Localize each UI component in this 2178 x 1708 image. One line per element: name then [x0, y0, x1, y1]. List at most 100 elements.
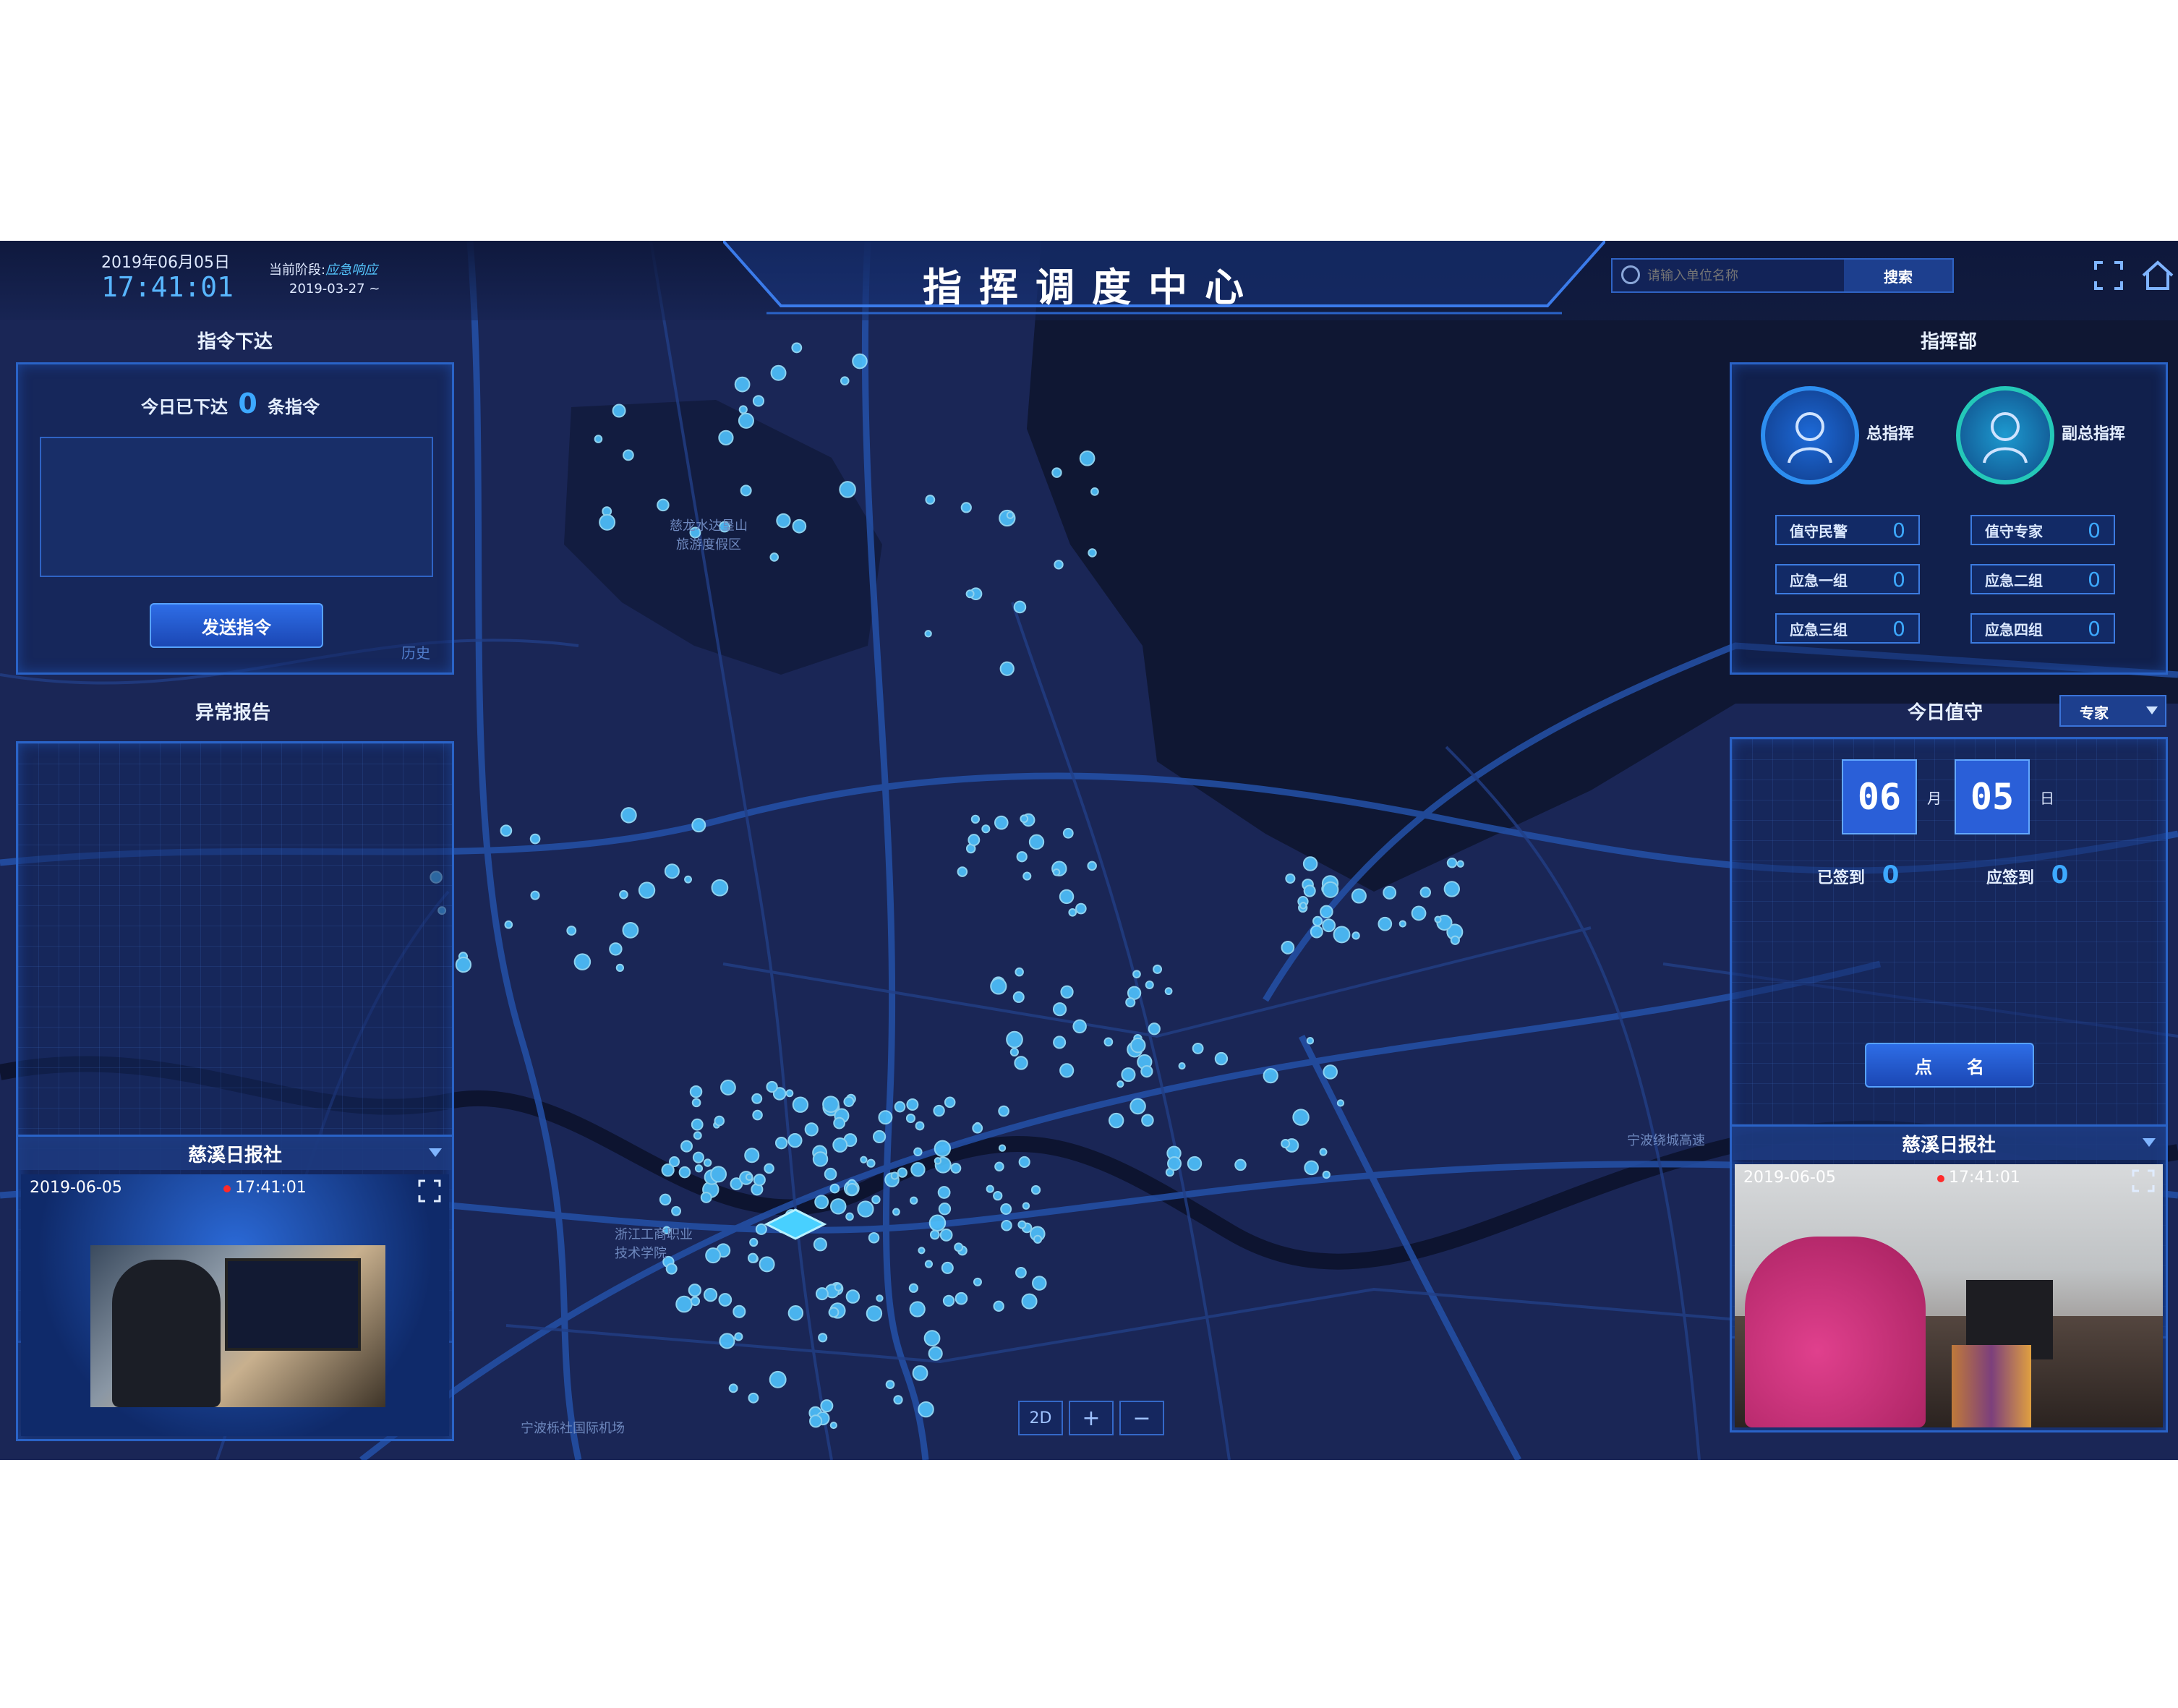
incident-dot[interactable] — [791, 342, 803, 354]
incident-dot[interactable] — [833, 1116, 846, 1130]
incident-dot[interactable] — [937, 1186, 951, 1199]
incident-dot[interactable] — [753, 1174, 766, 1187]
incident-dot[interactable] — [688, 1284, 701, 1297]
incident-dot[interactable] — [1087, 861, 1097, 871]
incident-dot[interactable] — [1116, 1080, 1124, 1088]
incident-dot[interactable] — [1323, 1064, 1338, 1080]
incident-dot[interactable] — [871, 1195, 881, 1205]
incident-dot[interactable] — [1015, 1266, 1027, 1278]
incident-dot[interactable] — [1312, 915, 1323, 926]
command-textarea[interactable] — [40, 437, 433, 577]
incident-dot[interactable] — [912, 1365, 928, 1381]
incident-dot[interactable] — [1054, 560, 1064, 570]
expand-icon[interactable] — [2131, 1169, 2156, 1193]
incident-dot[interactable] — [1052, 868, 1061, 876]
incident-dot[interactable] — [878, 1110, 893, 1125]
incident-dot[interactable] — [998, 1105, 1009, 1117]
incident-dot[interactable] — [745, 1173, 753, 1182]
incident-dot[interactable] — [897, 1167, 908, 1178]
incident-dot[interactable] — [692, 1151, 704, 1163]
incident-dot[interactable] — [703, 1288, 718, 1302]
incident-dot[interactable] — [684, 875, 693, 884]
incident-dot[interactable] — [1419, 887, 1432, 898]
incident-dot[interactable] — [622, 921, 639, 939]
incident-dot[interactable] — [910, 1162, 926, 1177]
incident-dot[interactable] — [1263, 1067, 1278, 1084]
incident-dot[interactable] — [1322, 881, 1339, 898]
incident-dot[interactable] — [986, 1184, 994, 1193]
incident-dot[interactable] — [792, 1096, 809, 1113]
incident-dot[interactable] — [868, 1232, 880, 1244]
incident-dot[interactable] — [1060, 985, 1074, 999]
incident-dot[interactable] — [573, 953, 592, 970]
incident-dot[interactable] — [994, 1161, 1004, 1171]
incident-dot[interactable] — [529, 833, 541, 845]
incident-dot[interactable] — [999, 661, 1015, 676]
incident-dot[interactable] — [748, 1392, 759, 1404]
incident-dot[interactable] — [1125, 997, 1136, 1008]
incident-dot[interactable] — [957, 866, 968, 877]
incident-dot[interactable] — [928, 1346, 943, 1361]
incident-dot[interactable] — [941, 1261, 954, 1274]
home-icon[interactable] — [2140, 258, 2175, 293]
incident-dot[interactable] — [1304, 1160, 1319, 1176]
incident-dot[interactable] — [885, 1380, 895, 1389]
incident-dot[interactable] — [1075, 902, 1087, 915]
incident-dot[interactable] — [749, 1237, 759, 1247]
right-video-frame[interactable]: 2019-06-05 17:41:01 — [1735, 1164, 2163, 1427]
incident-dot[interactable] — [766, 1080, 778, 1093]
incident-dot[interactable] — [934, 1157, 942, 1165]
incident-dot[interactable] — [691, 1118, 704, 1131]
incident-dot[interactable] — [566, 926, 577, 936]
incident-dot[interactable] — [714, 1115, 725, 1127]
incident-dot[interactable] — [1001, 1219, 1012, 1231]
incident-dot[interactable] — [840, 376, 850, 385]
incident-dot[interactable] — [1130, 1037, 1146, 1054]
incident-dot[interactable] — [1378, 916, 1393, 931]
incident-dot[interactable] — [1059, 889, 1075, 905]
incident-dot[interactable] — [1351, 888, 1367, 904]
incident-dot[interactable] — [1187, 1156, 1203, 1171]
incident-dot[interactable] — [970, 814, 981, 824]
send-command-button[interactable]: 发送指令 — [150, 603, 323, 648]
incident-dot[interactable] — [504, 920, 513, 929]
incident-dot[interactable] — [612, 403, 626, 418]
incident-dot[interactable] — [1303, 884, 1316, 897]
incident-dot[interactable] — [1281, 941, 1295, 955]
incident-dot[interactable] — [973, 1277, 982, 1286]
incident-dot[interactable] — [892, 1208, 900, 1216]
incident-dot[interactable] — [671, 1205, 682, 1216]
left-video-frame[interactable]: 2019-06-05 17:41:01 — [21, 1174, 449, 1436]
incident-dot[interactable] — [933, 1104, 945, 1117]
incident-dot[interactable] — [993, 1190, 1003, 1201]
incident-dot[interactable] — [1281, 1139, 1291, 1149]
incident-dot[interactable] — [703, 1158, 712, 1167]
incident-dot[interactable] — [776, 513, 791, 529]
incident-dot[interactable] — [785, 1089, 794, 1098]
incident-dot[interactable] — [1192, 1042, 1204, 1054]
incident-dot[interactable] — [769, 1370, 787, 1388]
incident-dot[interactable] — [740, 484, 752, 497]
incident-dot[interactable] — [1285, 873, 1296, 884]
incident-dot[interactable] — [822, 1096, 840, 1113]
incident-dot[interactable] — [718, 1293, 733, 1307]
incident-dot[interactable] — [845, 1182, 859, 1196]
mode-2d-button[interactable]: 2D — [1018, 1401, 1063, 1435]
incident-dot[interactable] — [1383, 885, 1397, 900]
incident-dot[interactable] — [615, 963, 625, 973]
incident-dot[interactable] — [1234, 1158, 1247, 1171]
incident-dot[interactable] — [720, 1080, 736, 1096]
incident-dot[interactable] — [744, 1148, 760, 1163]
incident-dot[interactable] — [1319, 1148, 1328, 1156]
incident-dot[interactable] — [923, 1330, 941, 1346]
incident-dot[interactable] — [824, 1167, 837, 1181]
incident-dot[interactable] — [694, 1164, 704, 1173]
incident-dot[interactable] — [872, 1130, 887, 1144]
incident-dot[interactable] — [909, 1301, 926, 1318]
incident-dot[interactable] — [711, 879, 729, 897]
incident-dot[interactable] — [832, 1137, 848, 1153]
incident-dot[interactable] — [1016, 851, 1028, 863]
incident-dot[interactable] — [680, 1140, 693, 1153]
incident-dot[interactable] — [866, 1158, 876, 1168]
incident-dot[interactable] — [1068, 908, 1077, 917]
